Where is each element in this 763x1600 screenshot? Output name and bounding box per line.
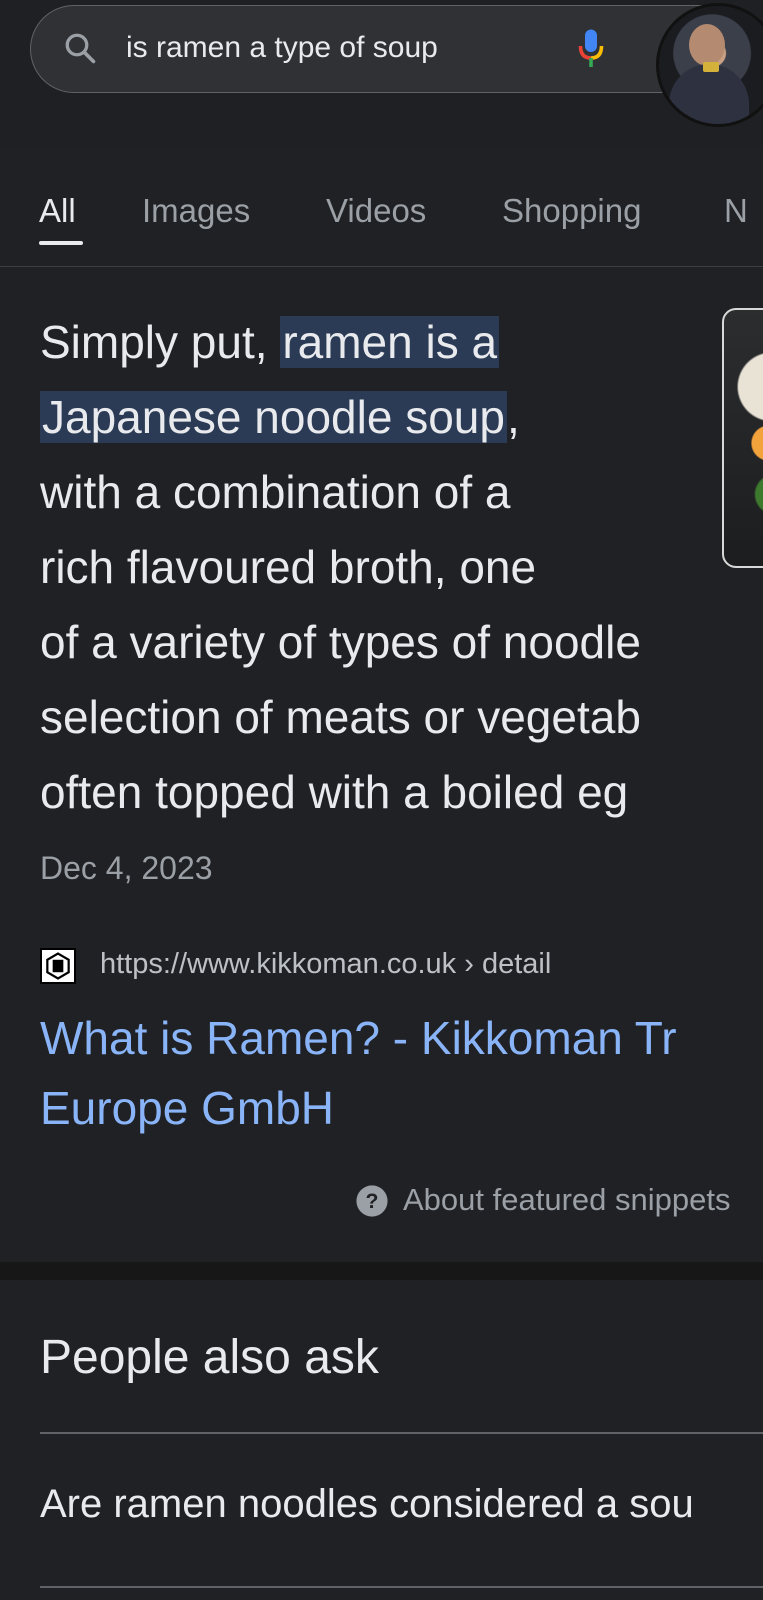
search-icon[interactable]: [62, 30, 98, 66]
avatar-face: [689, 24, 725, 66]
tab-videos[interactable]: Videos: [326, 192, 426, 230]
divider: [40, 1432, 763, 1434]
tabs-divider: [0, 266, 763, 267]
snippet-line: of a variety of types of noodle: [40, 616, 641, 668]
result-title-link[interactable]: What is Ramen? - Kikkoman Tr Europe GmbH: [40, 1003, 763, 1143]
result-url[interactable]: https://www.kikkoman.co.uk › detail: [100, 948, 551, 981]
snippet-line: selection of meats or vegetab: [40, 691, 641, 743]
snippet-line: Simply put, ramen is a: [40, 305, 500, 380]
search-input[interactable]: is ramen a type of soup: [126, 28, 438, 68]
microphone-icon[interactable]: [576, 28, 606, 70]
active-tab-indicator: [39, 241, 83, 245]
site-favicon-icon[interactable]: [40, 948, 76, 984]
avatar-body: [669, 64, 749, 124]
snippet-line: rich flavoured broth, one: [40, 541, 537, 593]
search-tabs: All Images Videos Shopping N: [0, 180, 763, 268]
result-title-line[interactable]: What is Ramen? - Kikkoman Tr: [40, 1003, 763, 1073]
people-also-ask-question[interactable]: Are ramen noodles considered a sou: [40, 1482, 694, 1527]
snippet-line: Japanese noodle soup,: [40, 380, 520, 455]
snippet-highlight: Japanese noodle soup: [40, 391, 507, 443]
svg-text:?: ?: [366, 1189, 379, 1213]
tab-images[interactable]: Images: [142, 192, 250, 230]
divider: [40, 1586, 763, 1588]
result-title-line[interactable]: Europe GmbH: [40, 1073, 763, 1143]
header: is ramen a type of soup: [0, 0, 763, 150]
snippet-line: often topped with a boiled eg: [40, 766, 629, 818]
snippet-text-pre: Simply put,: [40, 316, 281, 368]
snippet-thumbnail-image[interactable]: [722, 308, 763, 568]
snippet-highlight: ramen is a: [280, 316, 500, 368]
avatar-badge: [703, 62, 719, 72]
people-also-ask-heading: People also ask: [40, 1331, 379, 1384]
snippet-text-post: ,: [506, 391, 520, 443]
about-featured-snippets-label[interactable]: About featured snippets: [403, 1182, 730, 1218]
account-avatar[interactable]: [656, 3, 763, 127]
snippet-line: with a combination of a: [40, 466, 511, 518]
section-separator: [0, 1262, 763, 1280]
tab-all[interactable]: All: [39, 192, 76, 230]
tab-news[interactable]: N: [724, 192, 748, 230]
search-results-page: is ramen a type of soup All Images Video…: [0, 0, 763, 1600]
help-icon: ?: [356, 1185, 388, 1217]
snippet-date: Dec 4, 2023: [40, 850, 213, 886]
tab-shopping[interactable]: Shopping: [502, 192, 641, 230]
